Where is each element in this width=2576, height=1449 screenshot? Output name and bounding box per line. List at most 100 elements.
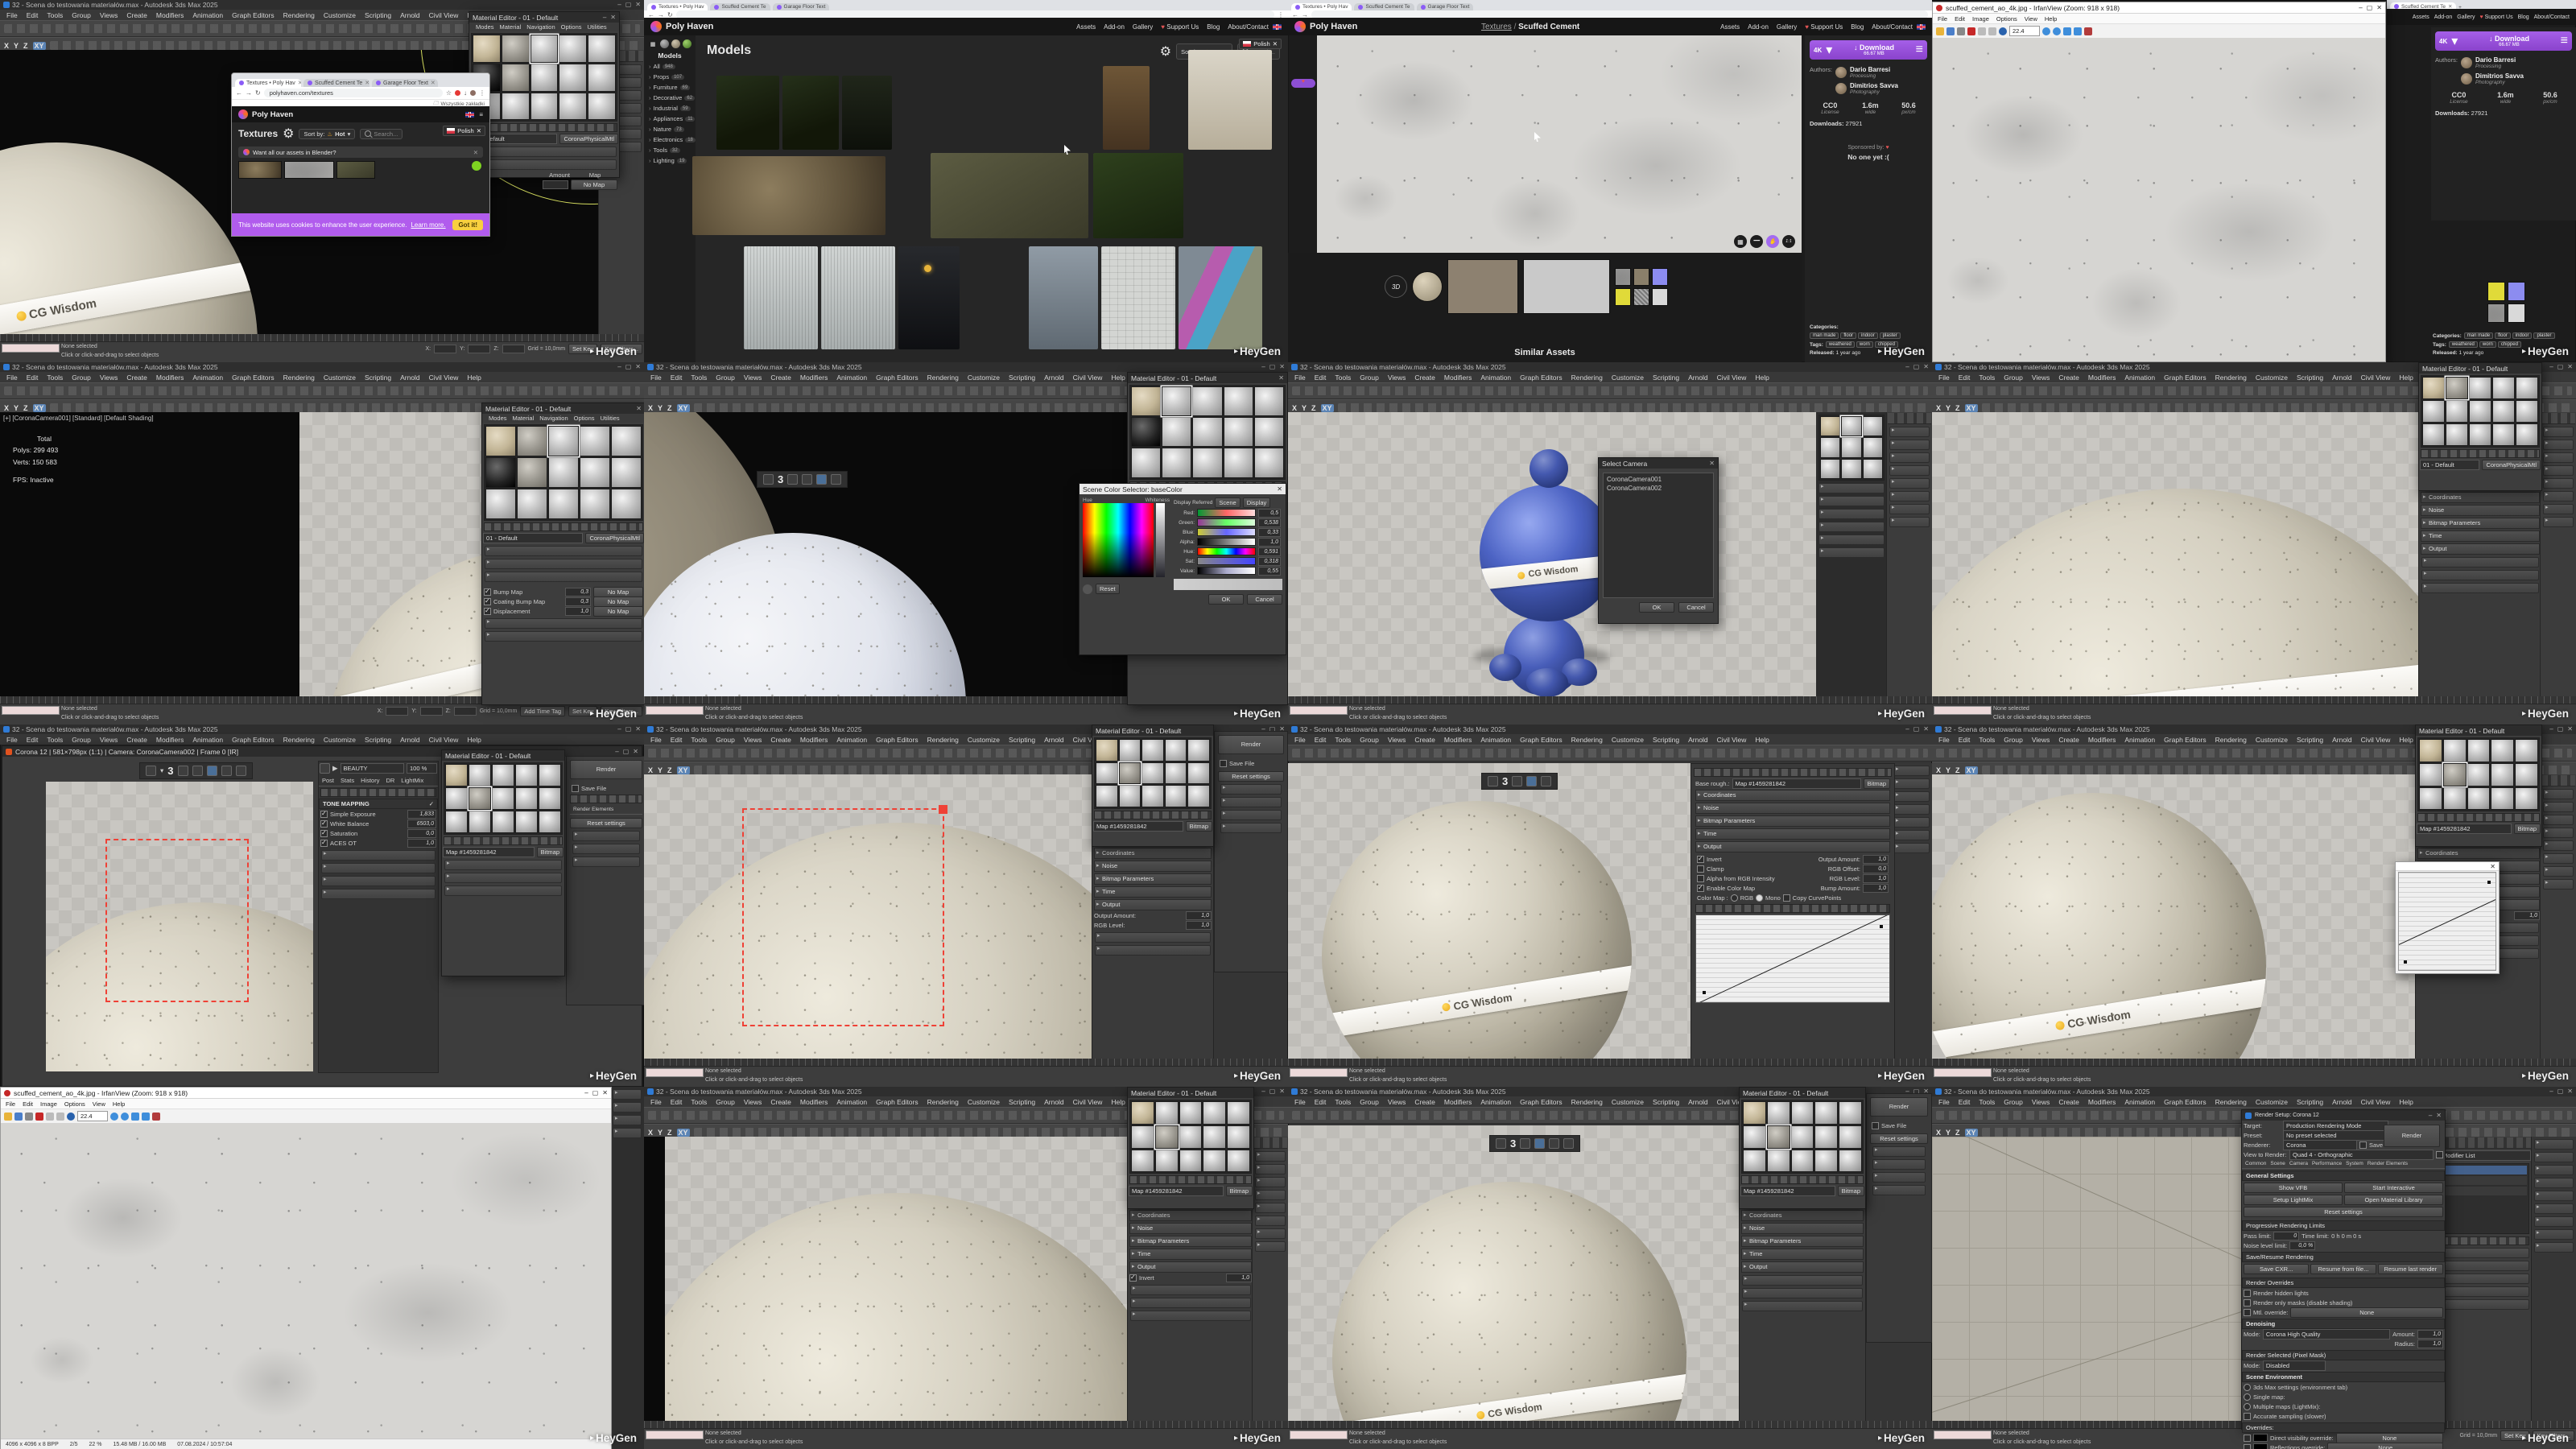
- download-button[interactable]: 4K Download66.67 MB: [2435, 31, 2572, 51]
- zoom-out-icon[interactable]: [121, 1113, 129, 1121]
- rollout-bar[interactable]: [613, 1102, 642, 1113]
- zoom-level-field[interactable]: 22.4: [77, 1111, 108, 1121]
- me-toolbar[interactable]: [471, 123, 617, 132]
- checkbox[interactable]: [484, 588, 491, 596]
- rollout-bar[interactable]: [1818, 535, 1885, 545]
- channel-value[interactable]: 0,538: [1258, 518, 1281, 527]
- curve-point[interactable]: [2404, 960, 2407, 964]
- max-menu-item[interactable]: Group: [72, 736, 91, 744]
- cut-icon[interactable]: [46, 1113, 54, 1121]
- material-swatch[interactable]: [485, 457, 516, 488]
- map-slot-dropdown[interactable]: Map #1459281842: [1129, 1186, 1224, 1196]
- material-swatch[interactable]: [1179, 1125, 1203, 1149]
- reset-settings-button[interactable]: Reset settings: [1218, 771, 1284, 782]
- max-menu-item[interactable]: Arnold: [1044, 1098, 1064, 1106]
- denoising-header[interactable]: Denoising: [2246, 1320, 2275, 1327]
- rollout-bar[interactable]: [572, 857, 640, 867]
- model-thumb-street-lantern[interactable]: [898, 246, 960, 349]
- rollout-header[interactable]: Bitmap Parameters: [2421, 518, 2540, 529]
- material-swatch[interactable]: [2443, 739, 2467, 762]
- axis-button[interactable]: Y: [658, 766, 663, 774]
- irfanview-title-bar[interactable]: scuffed_cement_ao_4k.jpg - IrfanView (Zo…: [1933, 2, 2385, 14]
- material-swatch[interactable]: [530, 35, 559, 63]
- param-value[interactable]: 1,0: [407, 839, 436, 848]
- split-icon[interactable]: [236, 766, 246, 776]
- mono-radio[interactable]: [1756, 894, 1763, 902]
- max-menu-item[interactable]: Rendering: [927, 374, 959, 382]
- max-menu-item[interactable]: Animation: [836, 736, 867, 744]
- close-icon[interactable]: [1277, 485, 1282, 493]
- maximize-icon[interactable]: [2557, 724, 2564, 734]
- max-menu-item[interactable]: Edit: [1315, 374, 1327, 382]
- rollout-bar[interactable]: [1742, 1301, 1863, 1311]
- render-elements-tab[interactable]: Render Elements: [573, 807, 613, 812]
- y-coordinate-field[interactable]: [420, 707, 443, 716]
- normal-map-thumb[interactable]: [2508, 282, 2525, 301]
- max-menu-item[interactable]: File: [6, 11, 18, 19]
- general-settings-header[interactable]: General Settings: [2246, 1172, 2294, 1179]
- browser-tab[interactable]: Scuffed Cement Te: [710, 3, 770, 10]
- close-icon[interactable]: [1279, 1087, 1285, 1096]
- stack-row[interactable]: [2443, 1176, 2527, 1185]
- rollout-bar[interactable]: [1130, 1311, 1251, 1321]
- material-swatch[interactable]: [1187, 739, 1210, 762]
- rollout-bar[interactable]: [613, 1128, 642, 1138]
- rollout-header[interactable]: Noise: [2421, 505, 2540, 516]
- material-swatch[interactable]: [1224, 448, 1253, 477]
- checkbox[interactable]: [1697, 885, 1704, 892]
- rollout-bar[interactable]: [444, 873, 562, 883]
- material-swatch[interactable]: [1254, 386, 1284, 416]
- max-menu-item[interactable]: Rendering: [1571, 736, 1603, 744]
- material-swatch[interactable]: [1743, 1150, 1766, 1173]
- minimize-icon[interactable]: [617, 0, 621, 10]
- color-map-curve[interactable]: [2398, 872, 2496, 971]
- rollout-bar[interactable]: [2534, 1191, 2574, 1201]
- max-menu-item[interactable]: Modifiers: [800, 736, 828, 744]
- material-swatch[interactable]: [515, 811, 538, 833]
- irf-menu-item[interactable]: Help: [2045, 15, 2057, 23]
- model-thumb-ac-unit[interactable]: [821, 246, 895, 349]
- material-swatch[interactable]: [2446, 377, 2468, 399]
- tab-close-icon[interactable]: [298, 80, 301, 86]
- zoom-level-field[interactable]: 22.4: [2009, 26, 2040, 36]
- material-swatch[interactable]: [1743, 1125, 1766, 1149]
- material-swatch[interactable]: [1814, 1125, 1838, 1149]
- region-select-icon[interactable]: [1526, 776, 1537, 786]
- max-menu-item[interactable]: Help: [1755, 374, 1769, 382]
- save-icon[interactable]: [1946, 27, 1955, 35]
- close-icon[interactable]: [1279, 362, 1285, 372]
- max-menu-item[interactable]: Customize: [1612, 1098, 1644, 1106]
- minimize-icon[interactable]: [2359, 4, 2362, 11]
- material-swatch[interactable]: [1165, 762, 1187, 785]
- ao-map-thumb[interactable]: [1615, 268, 1631, 286]
- polyhaven-logo[interactable]: [1294, 21, 1306, 32]
- material-editor-title[interactable]: Material Editor - 01 - Default: [469, 12, 619, 23]
- render-button[interactable]: Render: [2384, 1125, 2440, 1147]
- map-slot-dropdown[interactable]: Map #1459281842: [1740, 1186, 1835, 1196]
- max-menu-item[interactable]: Scripting: [2297, 1098, 2323, 1106]
- max-menu-item[interactable]: Edit: [1315, 1098, 1327, 1106]
- minimize-icon[interactable]: [617, 724, 621, 734]
- close-icon[interactable]: [633, 748, 638, 755]
- cancel-icon[interactable]: [192, 766, 203, 776]
- cancel-button[interactable]: Cancel: [1678, 602, 1714, 613]
- select-camera-title[interactable]: Select Camera: [1599, 458, 1718, 469]
- category-item[interactable]: Decorative62: [644, 93, 696, 103]
- tiling-grid-icon[interactable]: [1734, 235, 1747, 248]
- render-setup-tab[interactable]: Render Elements: [2368, 1161, 2408, 1166]
- z-coordinate-field[interactable]: [502, 345, 525, 353]
- max-menu-item[interactable]: Civil View: [1717, 736, 1747, 744]
- material-swatch[interactable]: [611, 426, 642, 456]
- material-swatch[interactable]: [1791, 1101, 1814, 1125]
- max-menu-item[interactable]: Create: [2058, 1098, 2079, 1106]
- pan-hand-icon[interactable]: [1766, 235, 1779, 248]
- close-icon[interactable]: [477, 127, 481, 134]
- color-map-curve[interactable]: [1695, 914, 1890, 1003]
- gear-icon[interactable]: [283, 126, 294, 142]
- rollout-bar[interactable]: [472, 147, 617, 157]
- max-menu-item[interactable]: Tools: [1335, 1098, 1351, 1106]
- rollout-bar[interactable]: [1889, 465, 1930, 476]
- max-menu-item[interactable]: Arnold: [1688, 1098, 1708, 1106]
- material-swatch[interactable]: [559, 35, 587, 63]
- maxscript-listener[interactable]: [2, 344, 60, 353]
